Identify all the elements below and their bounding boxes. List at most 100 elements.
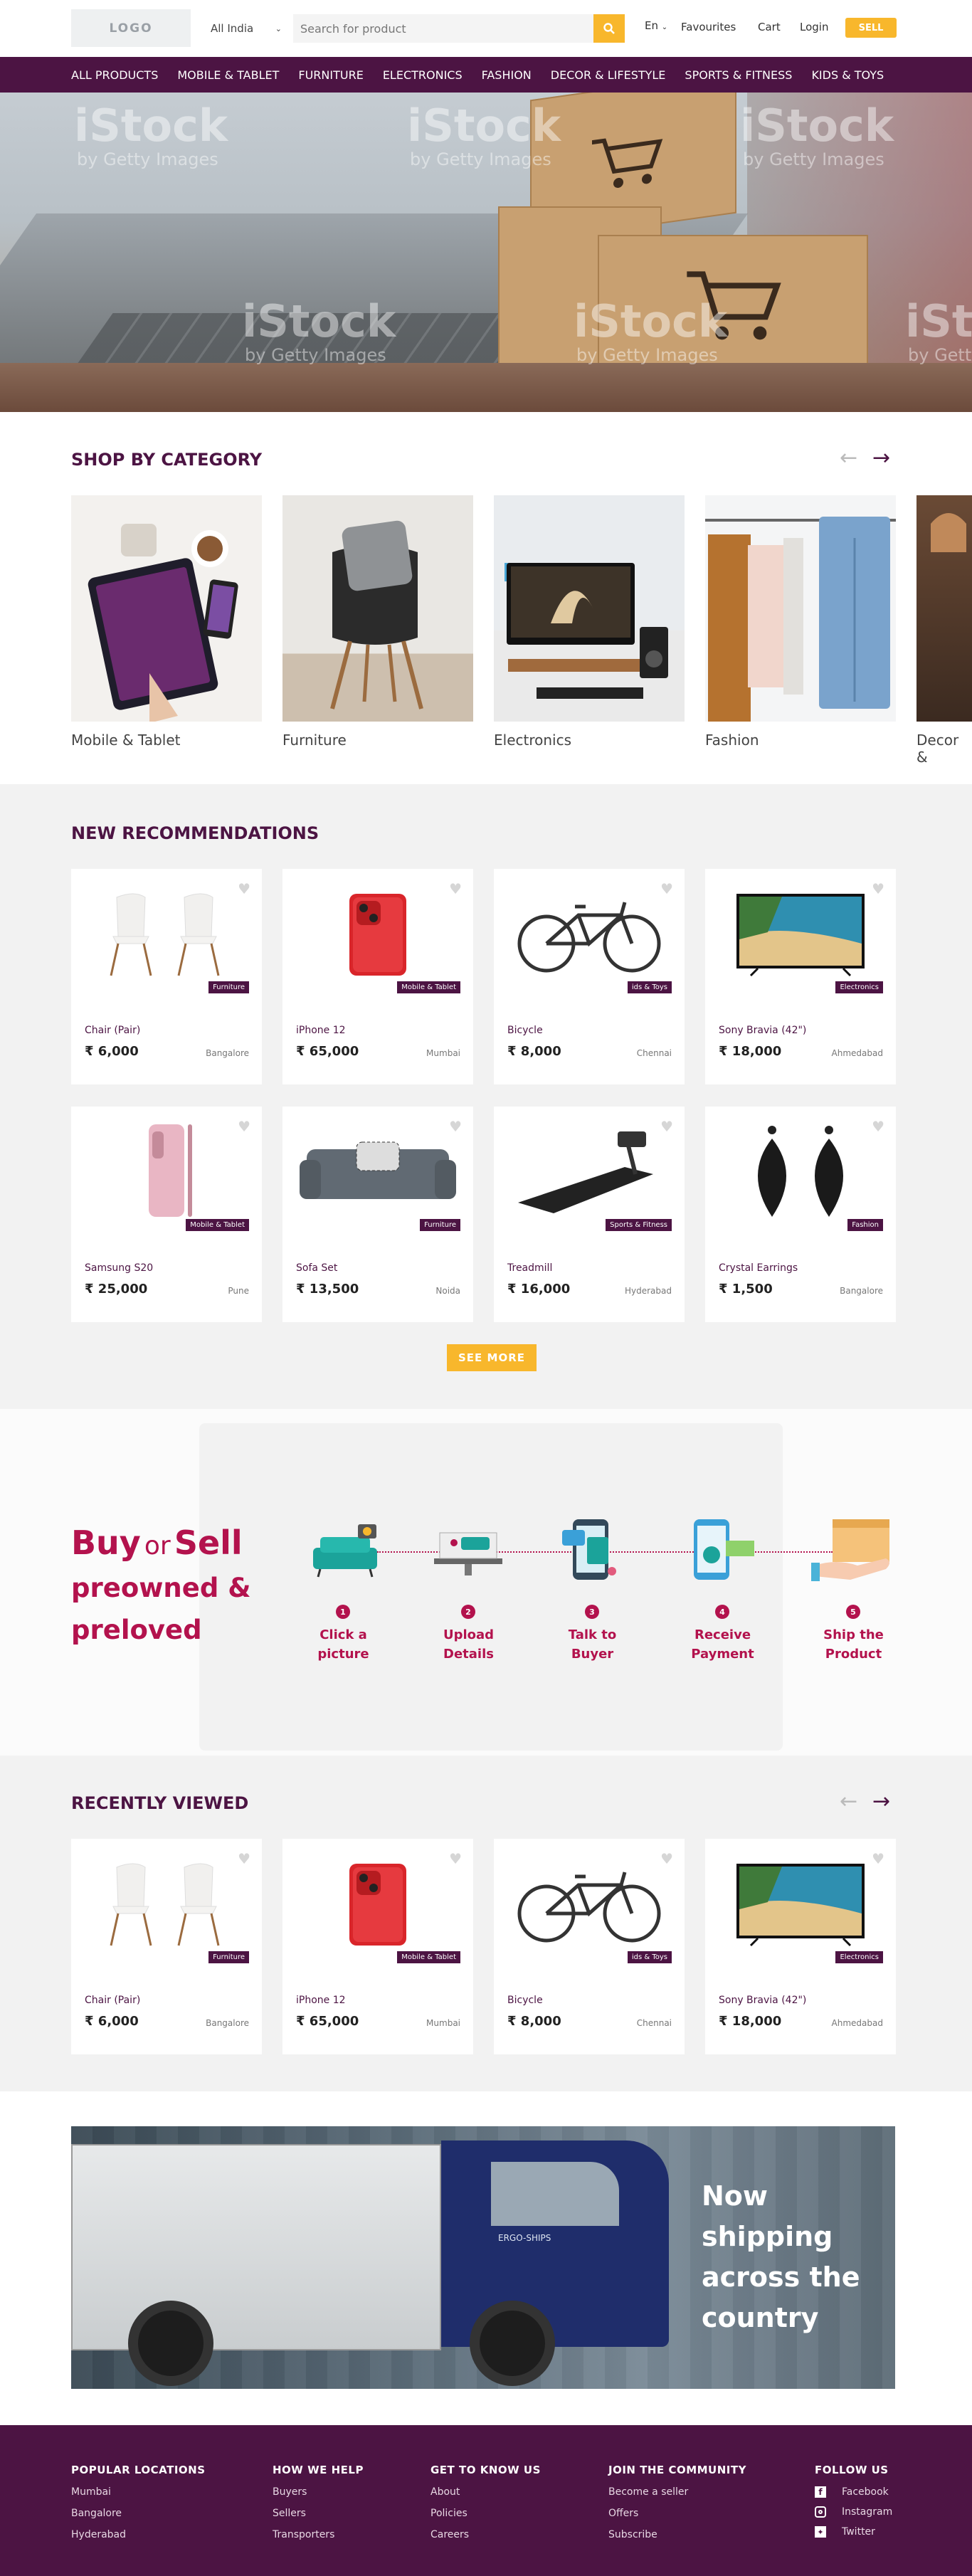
footer-link[interactable]: Subscribe	[608, 2529, 746, 2540]
facebook-link[interactable]: f Facebook	[815, 2486, 892, 2498]
payment-icon	[694, 1519, 754, 1580]
watermark: iStock	[242, 295, 396, 347]
product-price: ₹ 6,000	[85, 1044, 139, 1059]
product-image	[494, 869, 685, 997]
nav-kids-toys[interactable]: KIDS & TOYS	[811, 68, 884, 82]
nav-fashion[interactable]: FASHION	[482, 68, 532, 82]
product-card[interactable]: ♥ Furniture Sofa Set ₹ 13,500 Noida	[282, 1107, 473, 1322]
truck-wheel	[128, 2301, 213, 2386]
nav-electronics[interactable]: ELECTRONICS	[383, 68, 463, 82]
heart-icon[interactable]: ♥	[238, 880, 250, 897]
heart-icon[interactable]: ♥	[872, 880, 884, 897]
product-image	[494, 1107, 685, 1235]
footer-link[interactable]: Become a seller	[608, 2486, 746, 2498]
nav-sports-fitness[interactable]: SPORTS & FITNESS	[685, 68, 792, 82]
watermark-sub: by Getty Images	[77, 149, 218, 169]
heart-icon[interactable]: ♥	[660, 1850, 673, 1867]
category-badge: Furniture	[208, 1951, 249, 1963]
heart-icon[interactable]: ♥	[660, 1118, 673, 1135]
footer-link[interactable]: Hyderabad	[71, 2529, 206, 2540]
watermark-sub: by Getty Images	[245, 345, 386, 365]
arrow-left-icon[interactable]: ←	[840, 445, 857, 470]
heart-icon[interactable]: ♥	[238, 1118, 250, 1135]
category-badge: Mobile & Tablet	[186, 1219, 249, 1231]
logo[interactable]: LOGO	[71, 9, 191, 47]
product-image	[705, 1107, 896, 1235]
cart-link[interactable]: Cart	[758, 21, 781, 33]
location-select[interactable]: All India ⌄	[211, 19, 282, 38]
arrow-left-icon[interactable]: ←	[840, 1789, 857, 1814]
instagram-icon	[815, 2506, 826, 2518]
step-line: Receive	[694, 1627, 751, 1642]
twitter-link[interactable]: ✦ Twitter	[815, 2526, 892, 2538]
product-card[interactable]: ♥ Electronics Sony Bravia (42") ₹ 18,000…	[705, 869, 896, 1084]
nav-decor-lifestyle[interactable]: DECOR & LIFESTYLE	[551, 68, 666, 82]
arrow-right-icon[interactable]: →	[872, 445, 890, 470]
product-city: Bangalore	[206, 1048, 249, 1058]
product-city: Ahmedabad	[831, 2018, 883, 2028]
monitor-image	[494, 495, 685, 699]
product-price: ₹ 65,000	[296, 1044, 359, 1059]
heart-icon[interactable]: ♥	[238, 1850, 250, 1867]
instagram-link[interactable]: Instagram	[815, 2506, 892, 2518]
nav-furniture[interactable]: FURNITURE	[298, 68, 363, 82]
arrow-right-icon[interactable]: →	[872, 1789, 890, 1814]
category-card-electronics[interactable]	[494, 495, 685, 722]
footer-link[interactable]: Mumbai	[71, 2486, 206, 2498]
footer-link[interactable]: Transporters	[273, 2529, 364, 2540]
product-price: ₹ 6,000	[85, 2014, 139, 2029]
footer-link[interactable]: Offers	[608, 2508, 746, 2519]
heart-icon[interactable]: ♥	[660, 880, 673, 897]
heart-icon[interactable]: ♥	[872, 1118, 884, 1135]
clothes-image	[705, 517, 896, 722]
how-it-works-section: Buy or Sell preowned & preloved 1 Click …	[0, 1409, 972, 1756]
product-card[interactable]: ♥ Furniture Chair (Pair) ₹ 6,000 Bangalo…	[71, 869, 262, 1084]
header: LOGO All India ⌄ Search for product En ⌄…	[0, 0, 972, 57]
product-card[interactable]: ♥ Fashion Crystal Earrings ₹ 1,500 Banga…	[705, 1107, 896, 1322]
category-card-furniture[interactable]	[282, 495, 473, 722]
product-card[interactable]: ♥ Mobile & Tablet Samsung S20 ₹ 25,000 P…	[71, 1107, 262, 1322]
heart-icon[interactable]: ♥	[449, 1850, 462, 1867]
category-card-mobile-tablet[interactable]	[71, 495, 262, 722]
product-card[interactable]: ♥ ids & Toys Bicycle ₹ 8,000 Chennai	[494, 869, 685, 1084]
product-card[interactable]: ♥ Mobile & Tablet iPhone 12 ₹ 65,000 Mum…	[282, 869, 473, 1084]
shipping-banner[interactable]: ERGO-SHIPS Now shipping across the count…	[71, 2126, 895, 2389]
sell-button[interactable]: SELL	[845, 18, 897, 38]
truck-window	[491, 2162, 619, 2226]
heart-icon[interactable]: ♥	[449, 1118, 462, 1135]
favourites-link[interactable]: Favourites	[681, 21, 736, 33]
language-select[interactable]: En ⌄	[645, 19, 667, 32]
footer-link[interactable]: Careers	[430, 2529, 541, 2540]
step-line: Ship the	[823, 1627, 884, 1642]
product-card[interactable]: ♥ Sports & Fitness Treadmill ₹ 16,000 Hy…	[494, 1107, 685, 1322]
product-card[interactable]: ♥ ids & Toys Bicycle ₹ 8,000 Chennai	[494, 1839, 685, 2054]
product-city: Noida	[435, 1286, 460, 1296]
footer-link[interactable]: Buyers	[273, 2486, 364, 2498]
nav-mobile-tablet[interactable]: MOBILE & TABLET	[177, 68, 279, 82]
category-label[interactable]: Electronics	[494, 732, 571, 749]
category-label[interactable]: Decor &	[916, 732, 972, 766]
category-label[interactable]: Mobile & Tablet	[71, 732, 180, 749]
search-input[interactable]: Search for product	[293, 14, 593, 43]
product-card[interactable]: ♥ Mobile & Tablet iPhone 12 ₹ 65,000 Mum…	[282, 1839, 473, 2054]
nav-all-products[interactable]: ALL PRODUCTS	[71, 68, 158, 82]
login-link[interactable]: Login	[800, 21, 828, 33]
category-card-decor[interactable]	[916, 495, 972, 722]
search-button[interactable]	[593, 14, 625, 43]
footer-link[interactable]: Policies	[430, 2508, 541, 2519]
category-label[interactable]: Fashion	[705, 732, 759, 749]
shipping-line: country	[702, 2302, 819, 2333]
footer-link[interactable]: About	[430, 2486, 541, 2498]
heart-icon[interactable]: ♥	[872, 1850, 884, 1867]
footer-link[interactable]: Sellers	[273, 2508, 364, 2519]
category-label[interactable]: Furniture	[282, 732, 347, 749]
footer-column: POPULAR LOCATIONS Mumbai Bangalore Hyder…	[71, 2464, 206, 2540]
product-image	[282, 1107, 473, 1235]
heart-icon[interactable]: ♥	[449, 880, 462, 897]
product-price: ₹ 18,000	[719, 1044, 782, 1059]
product-card[interactable]: ♥ Electronics Sony Bravia (42") ₹ 18,000…	[705, 1839, 896, 2054]
product-card[interactable]: ♥ Furniture Chair (Pair) ₹ 6,000 Bangalo…	[71, 1839, 262, 2054]
category-card-fashion[interactable]	[705, 495, 896, 722]
footer-link[interactable]: Bangalore	[71, 2508, 206, 2519]
see-more-button[interactable]: SEE MORE	[447, 1344, 537, 1371]
